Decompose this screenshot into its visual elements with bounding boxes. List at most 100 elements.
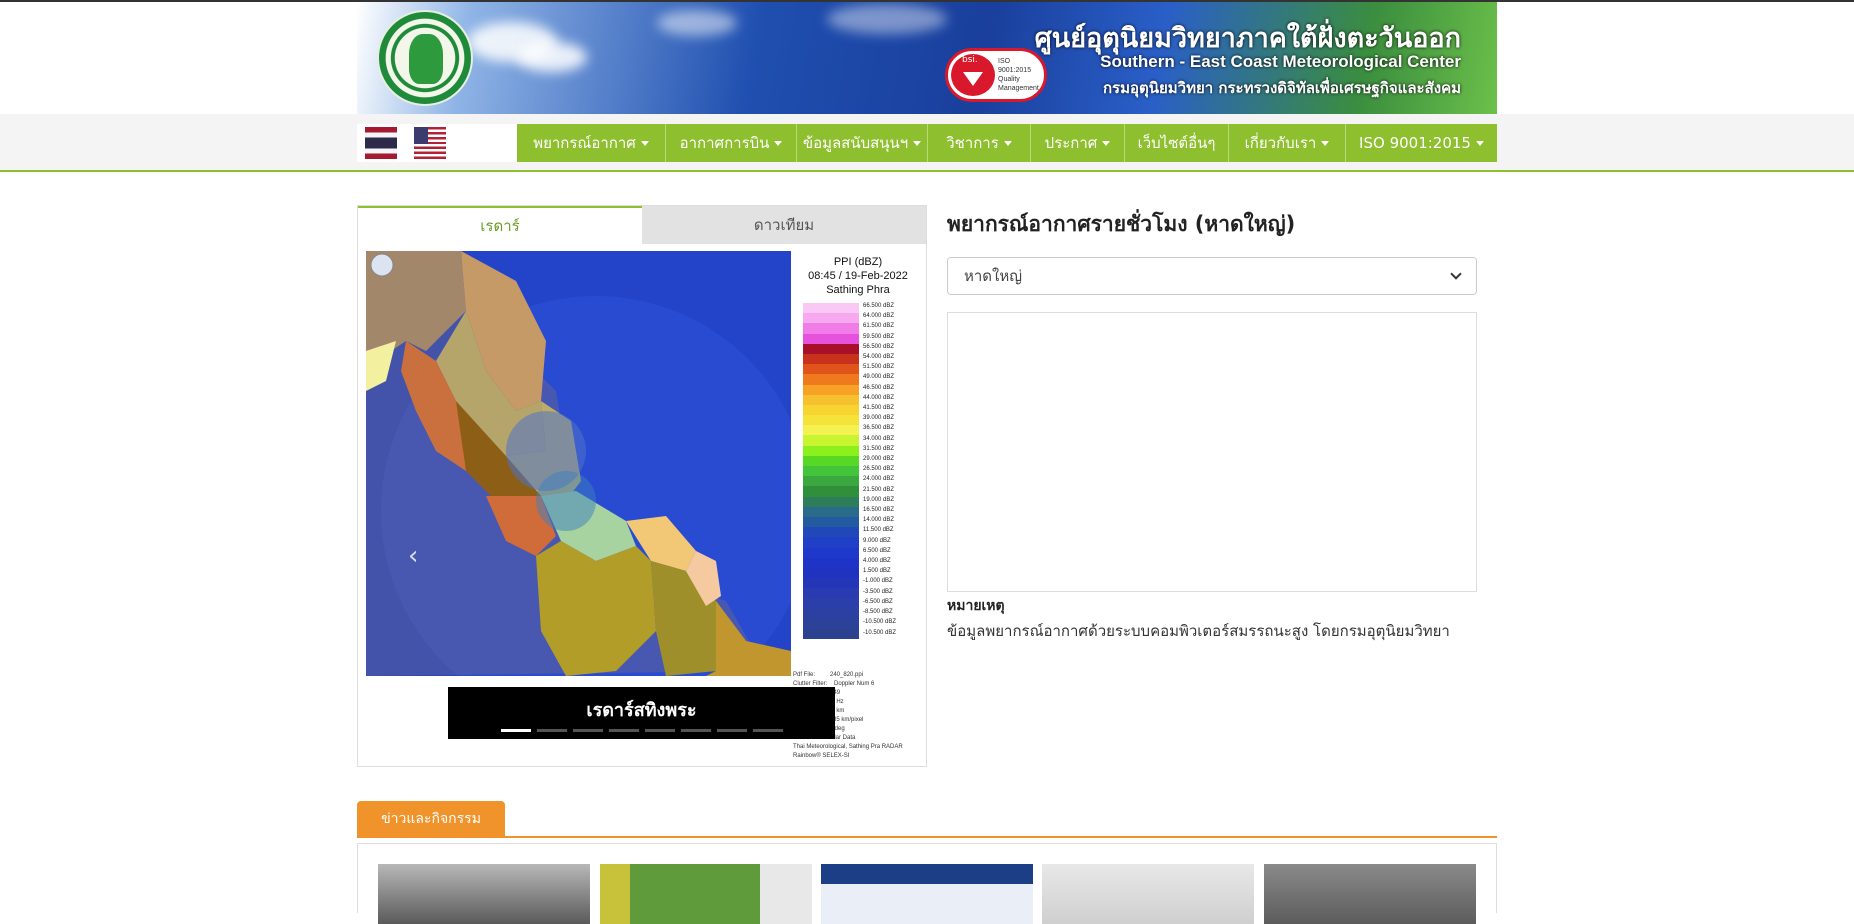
legend-color-swatch: [803, 516, 859, 528]
legend-level-label: -6.500 dBZ: [863, 598, 893, 605]
nav-item-3[interactable]: ข้อมูลสนับสนุนฯ: [797, 124, 928, 162]
legend-color-swatch: [803, 404, 859, 416]
legend-level-label: 34.000 dBZ: [863, 435, 895, 442]
legend-level-label: 16.500 dBZ: [863, 507, 895, 514]
main-nav: พยากรณ์อากาศ อากาศการบิน ข้อมูลสนับสนุนฯ วิ…: [517, 124, 1497, 162]
legend-color-swatch: [803, 415, 859, 426]
news-thumbnail[interactable]: [378, 864, 590, 924]
thai-flag-icon[interactable]: [365, 127, 397, 159]
legend-color-swatch: [803, 567, 859, 579]
location-select-value: หาดใหญ่: [964, 267, 1023, 285]
legend-color-swatch: [803, 323, 859, 334]
nav-item-1[interactable]: พยากรณ์อากาศ: [517, 124, 666, 162]
nav-item-label: ประกาศ: [1044, 134, 1098, 152]
news-thumbnail[interactable]: [821, 864, 1033, 924]
legend-levels: 66.500 dBZ 64.000 dBZ 61.500 dBZ 59.500 dBZ…: [863, 301, 896, 638]
site-title-english: Southern - East Coast Meteorological Cen…: [1100, 52, 1461, 71]
radar-map: [366, 251, 791, 676]
legend-level-label: 54.000 dBZ: [863, 354, 895, 361]
nav-item-8[interactable]: ISO 9001:2015: [1346, 124, 1497, 162]
legend-level-label: 11.500 dBZ: [863, 527, 894, 534]
radar-panel: เรดาร์ ดาวเทียม ‹ PPI (dBZ) 08:45 / 19-F…: [357, 205, 927, 767]
carousel-caption: เรดาร์สทิงพระ: [448, 687, 835, 739]
note-heading: หมายเหตุ: [947, 598, 1005, 614]
cloud-decoration: [827, 4, 947, 34]
legend-color-swatch: [803, 527, 859, 538]
legend-color-swatch: [803, 476, 859, 487]
carousel-indicator[interactable]: [681, 729, 711, 732]
legend-color-swatch: [803, 425, 859, 436]
nav-item-label: อากาศการบิน: [679, 134, 770, 152]
caret-down-icon: [913, 140, 922, 146]
bsi-brand-text: bsi.: [962, 55, 978, 65]
legend-color-swatch: [803, 353, 859, 365]
iso-certification-badge: bsi. ISO 9001:2015 Quality Management: [945, 48, 1047, 102]
nav-item-6[interactable]: เว็บไซต์อื่นๆ: [1125, 124, 1229, 162]
legend-color-swatch: [803, 303, 859, 314]
legend-color-swatch: [803, 588, 859, 599]
legend-color-swatch: [803, 506, 859, 517]
legend-level-label: 26.500 dBZ: [863, 466, 895, 473]
legend-level-label: 29.000 dBZ: [863, 456, 895, 463]
tab-radar[interactable]: เรดาร์: [358, 206, 642, 244]
legend-color-swatch: [803, 313, 859, 324]
legend-color-swatch: [803, 435, 859, 446]
legend-color-scale: [803, 303, 859, 640]
carousel-indicator[interactable]: [645, 729, 675, 732]
legend-color-swatch: [803, 445, 859, 456]
news-divider: [357, 836, 1497, 838]
legend-level-label: 6.500 dBZ: [863, 547, 891, 554]
legend-color-swatch: [803, 374, 859, 385]
carousel-indicator[interactable]: [753, 729, 783, 732]
legend-level-label: 44.000 dBZ: [863, 394, 895, 401]
nav-item-2[interactable]: อากาศการบิน: [666, 124, 797, 162]
legend-level-label: 39.000 dBZ: [863, 415, 895, 422]
legend-color-swatch: [803, 466, 859, 477]
carousel-indicator[interactable]: [573, 729, 603, 732]
legend-station: Sathing Phra: [826, 284, 890, 296]
legend-level-label: 64.000 dBZ: [863, 313, 895, 320]
legend-level-label: 49.000 dBZ: [863, 374, 895, 381]
caret-down-icon: [640, 140, 649, 146]
location-select[interactable]: หาดใหญ่: [947, 257, 1477, 295]
tmd-logo-icon[interactable]: [377, 10, 473, 106]
nav-item-label: วิชาการ: [946, 134, 999, 152]
nav-item-5[interactable]: ประกาศ: [1031, 124, 1125, 162]
legend-color-swatch: [803, 598, 859, 609]
nav-item-4[interactable]: วิชาการ: [928, 124, 1031, 162]
radar-image: ‹: [366, 251, 791, 676]
legend-level-label: 31.500 dBZ: [863, 445, 895, 452]
carousel-indicator[interactable]: [501, 729, 531, 732]
caret-down-icon: [1321, 140, 1330, 146]
carousel-prev-icon[interactable]: ‹: [408, 541, 418, 571]
forecast-chart-frame: [947, 312, 1477, 592]
legend-level-label: 66.500 dBZ: [863, 303, 895, 309]
forecast-title: พยากรณ์อากาศรายชั่วโมง (หาดใหญ่): [947, 212, 1296, 236]
legend-level-label: 51.500 dBZ: [863, 364, 895, 371]
legend-color-swatch: [803, 618, 859, 629]
legend-level-label: 1.500 dBZ: [863, 568, 891, 575]
legend-level-label: 4.000 dBZ: [863, 558, 891, 565]
legend-level-label: 59.500 dBZ: [863, 333, 895, 340]
chevron-down-icon: [1450, 268, 1462, 280]
legend-color-swatch: [803, 384, 859, 395]
us-flag-icon[interactable]: [414, 127, 446, 159]
news-thumbnail[interactable]: [1264, 864, 1476, 924]
legend-color-swatch: [803, 364, 859, 375]
news-thumbnail[interactable]: [1042, 864, 1254, 924]
legend-level-label: 19.000 dBZ: [863, 496, 895, 503]
carousel-indicator[interactable]: [609, 729, 639, 732]
news-thumbnail[interactable]: [600, 864, 812, 924]
tab-satellite[interactable]: ดาวเทียม: [642, 206, 926, 244]
caret-down-icon: [774, 140, 783, 146]
site-subtitle: กรมอุตุนิยมวิทยา กระทรวงดิจิทัลเพื่อเศรษ…: [1102, 79, 1461, 97]
nav-item-label: ISO 9001:2015: [1359, 134, 1471, 152]
note-text: ข้อมูลพยากรณ์อากาศด้วยระบบคอมพิวเตอร์สมร…: [947, 622, 1450, 640]
news-tab[interactable]: ข่าวและกิจกรรม: [357, 801, 505, 837]
carousel-indicator[interactable]: [537, 729, 567, 732]
nav-item-7[interactable]: เกี่ยวกับเรา: [1229, 124, 1346, 162]
carousel-indicator[interactable]: [717, 729, 747, 732]
legend-color-swatch: [803, 547, 859, 558]
radar-tabs: เรดาร์ ดาวเทียม: [358, 206, 926, 244]
cloud-decoration: [517, 42, 587, 72]
